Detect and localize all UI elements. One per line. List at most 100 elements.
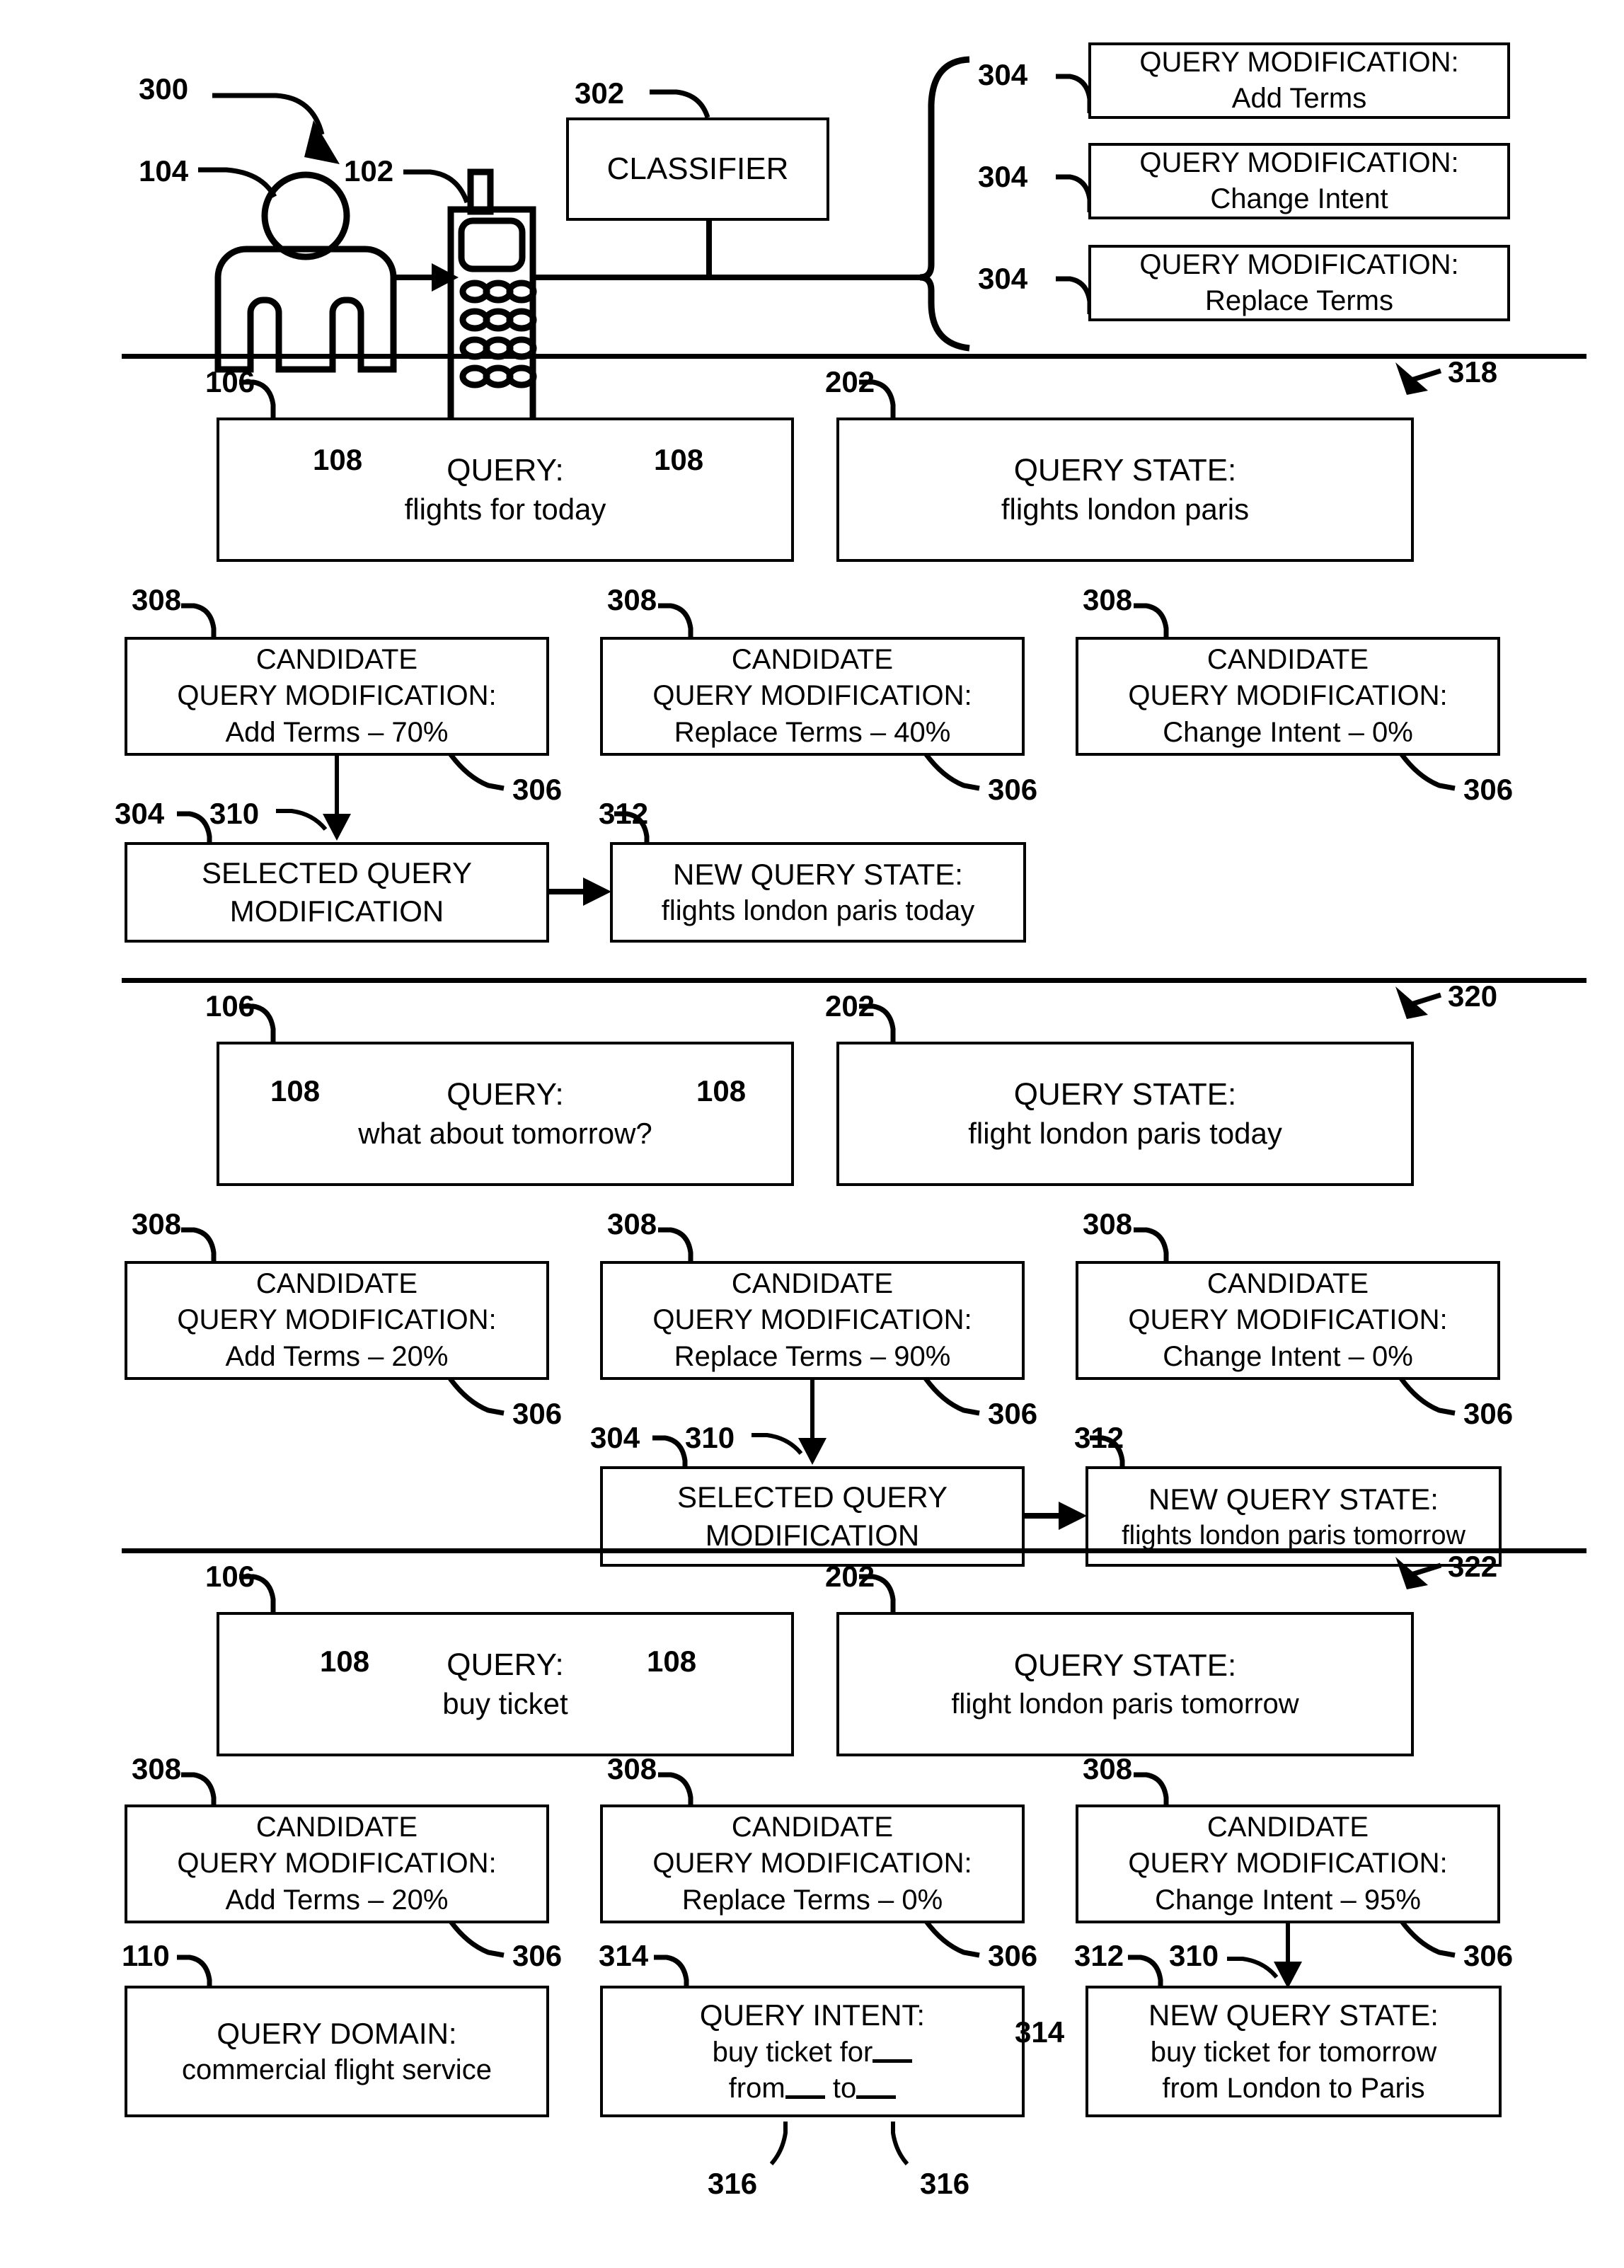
candidate-l3: Change Intent – 95% bbox=[1155, 1884, 1421, 1916]
ref-106-320: 106 bbox=[205, 989, 255, 1023]
query-intent-box: QUERY INTENT: buy ticket for from to bbox=[600, 1986, 1025, 2117]
ref-102: 102 bbox=[344, 154, 394, 188]
ref-306-a-320: 306 bbox=[512, 1397, 563, 1430]
section-divider-320 bbox=[122, 978, 1586, 983]
candidate-l1: CANDIDATE bbox=[1207, 1268, 1369, 1300]
classifier-box: CLASSIFIER bbox=[566, 117, 829, 221]
ref-306-c-318: 306 bbox=[1463, 773, 1514, 806]
ref-306-b-320: 306 bbox=[988, 1397, 1038, 1430]
leader-300 bbox=[212, 93, 340, 164]
arrow-user-to-phone bbox=[396, 263, 459, 292]
query-box-318: QUERY: flights for today bbox=[217, 418, 794, 562]
ref-308-b-320: 308 bbox=[607, 1207, 657, 1241]
query-state-value: flight london paris tomorrow bbox=[951, 1688, 1299, 1720]
ref-314-box: 314 bbox=[599, 1939, 649, 1972]
ref-308-a-320: 308 bbox=[132, 1207, 182, 1241]
candidate-l1: CANDIDATE bbox=[255, 1812, 418, 1843]
candidate-l1: CANDIDATE bbox=[731, 1812, 894, 1843]
candidate-l3: Replace Terms – 0% bbox=[681, 1884, 943, 1916]
candidate-l3: Add Terms – 20% bbox=[225, 1340, 449, 1372]
ref-308-c-322: 308 bbox=[1083, 1752, 1133, 1785]
leader-304-c bbox=[1056, 276, 1093, 314]
ref-202-322: 202 bbox=[825, 1560, 875, 1593]
candidate-l3: Change Intent – 0% bbox=[1163, 716, 1413, 748]
query-modification-box-change-intent: QUERY MODIFICATION: Change Intent bbox=[1088, 143, 1510, 219]
ref-308-a-318: 308 bbox=[132, 583, 182, 616]
query-state-title: QUERY STATE: bbox=[1013, 452, 1237, 488]
candidate-l2: QUERY MODIFICATION: bbox=[652, 1304, 972, 1336]
query-value: buy ticket bbox=[442, 1687, 568, 1721]
new-state-title: NEW QUERY STATE: bbox=[1148, 1998, 1439, 2032]
candidate-l2: QUERY MODIFICATION: bbox=[177, 680, 497, 712]
query-intent-to-label: to bbox=[832, 2072, 857, 2104]
ref-306-b-322: 306 bbox=[988, 1939, 1038, 1972]
candidate-l2: QUERY MODIFICATION: bbox=[1128, 680, 1448, 712]
user-icon bbox=[214, 171, 397, 373]
ref-310-318: 310 bbox=[209, 797, 260, 830]
candidate-box-322-0: CANDIDATE QUERY MODIFICATION: Add Terms … bbox=[125, 1804, 549, 1923]
qm-title: QUERY MODIFICATION: bbox=[1139, 146, 1459, 178]
leader-102 bbox=[403, 169, 470, 204]
query-title: QUERY: bbox=[447, 1647, 564, 1682]
candidate-box-320-1: CANDIDATE QUERY MODIFICATION: Replace Te… bbox=[600, 1261, 1025, 1380]
ref-304-c: 304 bbox=[978, 262, 1028, 295]
query-state-box-320: QUERY STATE: flight london paris today bbox=[836, 1042, 1414, 1186]
selected-modification-box-318: SELECTED QUERY MODIFICATION bbox=[125, 842, 549, 943]
candidate-box-320-2: CANDIDATE QUERY MODIFICATION: Change Int… bbox=[1076, 1261, 1500, 1380]
qm-value: Change Intent bbox=[1210, 183, 1388, 214]
ref-110: 110 bbox=[122, 1939, 170, 1972]
leader-304-b bbox=[1056, 174, 1093, 212]
query-modification-box-add-terms: QUERY MODIFICATION: Add Terms bbox=[1088, 42, 1510, 119]
intent-destination-blank bbox=[856, 2095, 897, 2099]
new-state-value: flights london paris today bbox=[661, 895, 975, 927]
selected-l2: MODIFICATION bbox=[229, 894, 444, 928]
ref-104: 104 bbox=[139, 154, 189, 188]
candidate-l2: QUERY MODIFICATION: bbox=[177, 1304, 497, 1336]
leader-304-a bbox=[1056, 74, 1093, 113]
intent-origin-blank bbox=[785, 2095, 825, 2099]
new-state-line2: from London to Paris bbox=[1162, 2072, 1425, 2104]
section-divider-322 bbox=[122, 1548, 1586, 1553]
candidate-l2: QUERY MODIFICATION: bbox=[1128, 1848, 1448, 1880]
ref-300: 300 bbox=[139, 72, 189, 105]
candidate-l2: QUERY MODIFICATION: bbox=[652, 1848, 972, 1880]
qm-value: Add Terms bbox=[1231, 83, 1367, 114]
ref-108-right-322: 108 bbox=[647, 1645, 697, 1678]
ref-312-320: 312 bbox=[1074, 1421, 1124, 1454]
ref-312-322: 312 bbox=[1074, 1939, 1124, 1972]
ref-310-322: 310 bbox=[1169, 1939, 1219, 1972]
classifier-label: CLASSIFIER bbox=[606, 151, 789, 186]
candidate-box-318-2: CANDIDATE QUERY MODIFICATION: Change Int… bbox=[1076, 637, 1500, 756]
query-domain-value: commercial flight service bbox=[182, 2054, 492, 2086]
ref-308-c-320: 308 bbox=[1083, 1207, 1133, 1241]
candidate-box-322-2: CANDIDATE QUERY MODIFICATION: Change Int… bbox=[1076, 1804, 1500, 1923]
candidate-l3: Replace Terms – 40% bbox=[674, 716, 951, 748]
query-intent-line1-text: buy ticket for bbox=[712, 2036, 873, 2068]
candidate-box-322-1: CANDIDATE QUERY MODIFICATION: Replace Te… bbox=[600, 1804, 1025, 1923]
ref-108-right-320: 108 bbox=[696, 1074, 747, 1107]
section-divider-318 bbox=[122, 354, 1586, 359]
query-box-320: QUERY: what about tomorrow? bbox=[217, 1042, 794, 1186]
new-query-state-box-318: NEW QUERY STATE: flights london paris to… bbox=[610, 842, 1026, 943]
ref-108-left-322: 108 bbox=[320, 1645, 370, 1678]
ref-314-slot: 314 bbox=[1015, 2015, 1065, 2049]
ref-308-b-322: 308 bbox=[607, 1752, 657, 1785]
candidate-box-320-0: CANDIDATE QUERY MODIFICATION: Add Terms … bbox=[125, 1261, 549, 1380]
query-state-box-318: QUERY STATE: flights london paris bbox=[836, 418, 1414, 562]
candidate-l2: QUERY MODIFICATION: bbox=[177, 1848, 497, 1880]
candidate-l3: Add Terms – 20% bbox=[225, 1884, 449, 1916]
query-value: what about tomorrow? bbox=[358, 1117, 652, 1151]
new-state-value: flights london paris tomorrow bbox=[1122, 1520, 1465, 1550]
query-intent-line2: from to bbox=[603, 2071, 1022, 2107]
qm-title: QUERY MODIFICATION: bbox=[1139, 46, 1459, 78]
ref-308-b-318: 308 bbox=[607, 583, 657, 616]
query-box-322: QUERY: buy ticket bbox=[217, 1612, 794, 1756]
query-intent-title: QUERY INTENT: bbox=[699, 1998, 926, 2032]
ref-302: 302 bbox=[575, 76, 625, 110]
ref-306-a-318: 306 bbox=[512, 773, 563, 806]
ref-106-322: 106 bbox=[205, 1560, 255, 1593]
ref-308-a-322: 308 bbox=[132, 1752, 182, 1785]
ref-306-c-322: 306 bbox=[1463, 1939, 1514, 1972]
ref-308-c-318: 308 bbox=[1083, 583, 1133, 616]
ref-306-a-322: 306 bbox=[512, 1939, 563, 1972]
